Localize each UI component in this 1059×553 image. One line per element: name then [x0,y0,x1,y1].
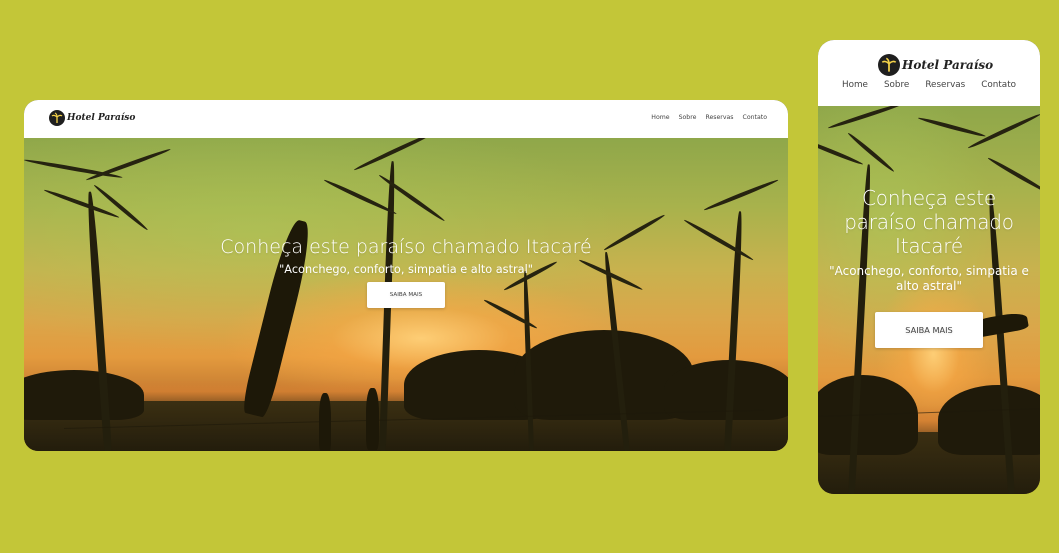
logo[interactable]: Hotel Paraíso [878,54,993,76]
hero-title: Conheça este paraíso chamado Itacaré [220,236,592,258]
nav-item-home[interactable]: Home [842,80,868,90]
hero-title: Conheça este paraíso chamado Itacaré [844,186,1014,258]
brand-name: Hotel Paraíso [902,58,994,72]
nav-item-reservas[interactable]: Reservas [705,114,733,121]
header: Hotel Paraíso Home Sobre Reservas Contat… [818,40,1040,106]
palm-logo-icon [878,54,900,76]
hero-section: Conheça este paraíso chamado Itacaré "Ac… [24,236,788,308]
saiba-mais-button[interactable]: SAIBA MAIS [875,312,983,348]
header: Hotel Paraíso Home Sobre Reservas Contat… [24,100,788,138]
brand-name: Hotel Paraíso [67,113,136,123]
nav-item-sobre[interactable]: Sobre [679,114,697,121]
nav-item-contato[interactable]: Contato [981,80,1016,90]
mobile-mockup: Hotel Paraíso Home Sobre Reservas Contat… [818,40,1040,494]
person-silhouette [366,388,379,450]
nav-item-contato[interactable]: Contato [743,114,767,121]
desktop-mockup: Hotel Paraíso Home Sobre Reservas Contat… [24,100,788,451]
nav-item-sobre[interactable]: Sobre [884,80,909,90]
logo[interactable]: Hotel Paraíso [49,110,135,126]
bush [938,385,1040,456]
saiba-mais-button[interactable]: SAIBA MAIS [367,281,445,308]
hero-subtitle: "Aconchego, conforto, simpatia e alto as… [279,262,533,276]
main-nav: Home Sobre Reservas Contato [642,114,767,121]
person-silhouette [319,393,331,451]
palm-logo-icon [49,110,65,126]
hero-subtitle: "Aconchego, conforto, simpatia e alto as… [829,264,1029,293]
main-nav: Home Sobre Reservas Contato [818,80,1040,90]
nav-item-home[interactable]: Home [651,114,669,121]
nav-item-reservas[interactable]: Reservas [925,80,965,90]
hero-section: Conheça este paraíso chamado Itacaré "Ac… [818,186,1040,348]
